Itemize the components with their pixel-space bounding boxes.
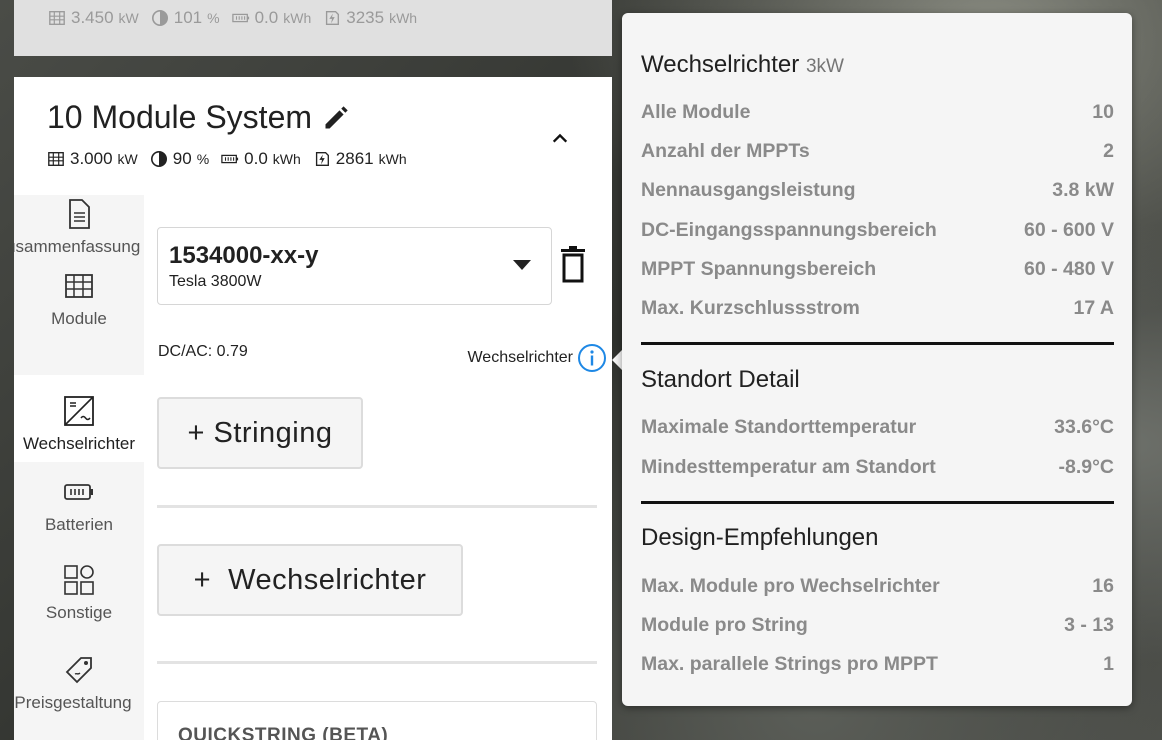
design-row: Max. Module pro Wechselrichter 16 xyxy=(641,575,1114,597)
divider xyxy=(157,505,597,508)
inverter-sku: 1534000-xx-y xyxy=(169,242,319,269)
ratio-stat: 101% xyxy=(151,8,220,28)
popover-title: Wechselrichter 3kW xyxy=(641,51,844,78)
battery-stat: 0.0 kWh xyxy=(221,149,301,169)
trash-icon xyxy=(558,245,588,283)
site-row: Mindesttemperatur am Standort -8.9°C xyxy=(641,456,1114,478)
info-icon xyxy=(577,343,607,373)
spec-row: Max. Kurzschlussstrom 17 A xyxy=(641,297,1114,319)
sidebar-item-modules[interactable]: Module xyxy=(14,267,144,337)
spec-row: MPPT Spannungsbereich 60 - 480 V xyxy=(641,258,1114,280)
sidebar-item-pricing[interactable]: Preisgestaltung xyxy=(14,651,144,721)
battery-icon xyxy=(221,150,239,168)
battery-icon xyxy=(231,9,250,27)
energy-stat: 3235 kWh xyxy=(323,8,417,28)
energy-stat: 2861 kWh xyxy=(313,149,407,169)
quickstring-section[interactable]: QUICKSTRING (BETA) xyxy=(157,701,597,740)
power-stat: 3.000 kW xyxy=(47,149,138,169)
system-card: 10 Module System 3.000 kW 90% 0.0 kWh 2861… xyxy=(14,77,612,740)
dropdown-caret-icon xyxy=(513,260,531,270)
add-inverter-button[interactable]: + Wechselrichter xyxy=(157,544,463,616)
section-divider xyxy=(641,342,1114,345)
site-detail-title: Standort Detail xyxy=(641,366,800,393)
battery-stat: 0.0 kWh xyxy=(231,8,311,28)
popover-arrow xyxy=(612,350,622,370)
spec-row: Alle Module 10 xyxy=(641,101,1114,123)
inverter-info-link[interactable]: Wechselrichter xyxy=(467,343,607,373)
design-row: Max. parallele Strings pro MPPT 1 xyxy=(641,653,1114,675)
delete-inverter-button[interactable] xyxy=(558,245,588,283)
grid-icon xyxy=(47,150,65,168)
previous-system-stats: 3.450 kW 101% 0.0 kWh 3235 kWh xyxy=(48,0,612,28)
battery-icon xyxy=(62,475,96,509)
edit-pencil-icon[interactable] xyxy=(322,104,350,132)
inverter-icon xyxy=(62,394,96,428)
system-stats: 3.000 kW 90% 0.0 kWh 2861 kWh xyxy=(47,149,407,169)
sidebar-item-batteries[interactable]: Batterien xyxy=(14,473,144,543)
system-title: 10 Module System xyxy=(47,99,350,136)
system-card-header: 10 Module System 3.000 kW 90% 0.0 kWh 2861… xyxy=(14,77,612,195)
spec-row: Nennausgangsleistung 3.8 kW xyxy=(641,179,1114,201)
inverter-select[interactable]: 1534000-xx-y Tesla 3800W xyxy=(157,227,552,305)
divider xyxy=(157,661,597,664)
contrast-icon xyxy=(151,9,169,27)
power-stat: 3.450 kW xyxy=(48,8,139,28)
chevron-up-icon xyxy=(551,130,569,148)
sidebar-item-other[interactable]: Sonstige xyxy=(14,561,144,631)
sidebar: Zusammenfassung Module Wechselrichter Ba… xyxy=(14,195,144,740)
inverter-info-popover: Wechselrichter 3kW Alle Module 10 Anzahl … xyxy=(622,13,1132,706)
quickstring-title: QUICKSTRING (BETA) xyxy=(178,725,389,740)
ratio-stat: 90% xyxy=(150,149,209,169)
contrast-icon xyxy=(150,150,168,168)
grid-icon xyxy=(62,269,96,303)
collapse-button[interactable] xyxy=(544,123,576,155)
flash-icon xyxy=(313,150,331,168)
previous-system-card[interactable]: 3.450 kW 101% 0.0 kWh 3235 kWh xyxy=(14,0,612,56)
spec-row: DC-Eingangsspannungsbereich 60 - 600 V xyxy=(641,219,1114,241)
sidebar-item-summary[interactable]: Zusammenfassung xyxy=(14,195,144,265)
design-recommendations-title: Design-Empfehlungen xyxy=(641,524,879,551)
inverter-model: Tesla 3800W xyxy=(169,273,262,290)
dc-ac-ratio: DC/AC: 0.79 xyxy=(158,343,248,360)
add-stringing-button[interactable]: + Stringing xyxy=(157,397,363,469)
spec-row: Anzahl der MPPTs 2 xyxy=(641,140,1114,162)
flash-icon xyxy=(323,9,341,27)
design-row: Module pro String 3 - 13 xyxy=(641,614,1114,636)
section-divider xyxy=(641,501,1114,504)
price-tag-icon xyxy=(62,653,96,687)
site-row: Maximale Standorttemperatur 33.6°C xyxy=(641,416,1114,438)
grid-icon xyxy=(48,9,66,27)
apps-icon xyxy=(62,563,96,597)
sidebar-item-inverter[interactable]: Wechselrichter xyxy=(14,375,144,462)
document-icon xyxy=(62,197,96,231)
inverter-panel: 1534000-xx-y Tesla 3800W DC/AC: 0.79 Wec… xyxy=(144,195,612,740)
